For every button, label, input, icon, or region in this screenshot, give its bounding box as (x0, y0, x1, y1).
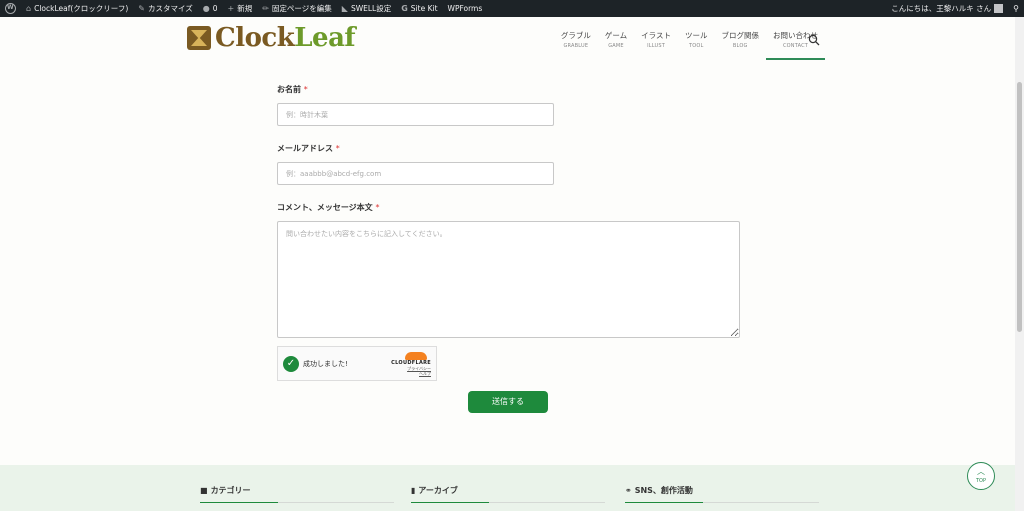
cloudflare-logo-text: CLOUDFLARE (391, 359, 431, 366)
email-label-text: メールアドレス (277, 144, 333, 153)
name-group: お名前 * (277, 84, 747, 126)
site-footer: ■ カテゴリー ▮ アーカイブ ⚭ SNS、創作活動 (0, 465, 1015, 511)
hourglass-icon (187, 26, 211, 50)
search-icon (808, 34, 820, 46)
scrollbar[interactable] (1015, 17, 1024, 511)
name-label: お名前 * (277, 84, 747, 95)
email-label: メールアドレス * (277, 143, 747, 154)
cloudflare-branding: CLOUDFLARE プライバシー ヘルプ (391, 351, 431, 376)
footer-widget-sns: ⚭ SNS、創作活動 (625, 485, 819, 503)
admin-customize-link[interactable]: ✎ カスタマイズ (133, 0, 197, 17)
nav-label: ブログ関係 (721, 31, 760, 40)
admin-new-link[interactable]: + 新規 (223, 0, 258, 17)
scrollbar-thumb[interactable] (1017, 82, 1022, 332)
admin-sitekit-label: Site Kit (410, 4, 438, 13)
nav-item-illust[interactable]: イラスト ILLUST (634, 30, 678, 60)
cloudflare-cloud-icon (405, 351, 427, 360)
admin-comments-count: 0 (212, 4, 218, 13)
search-icon: ⚲ (1013, 4, 1019, 13)
nav-item-grablue[interactable]: グラブル GRABLUE (554, 30, 598, 60)
admin-search-button[interactable]: ⚲ (1008, 0, 1024, 17)
name-label-text: お名前 (277, 85, 301, 94)
chevron-up-icon: ︿ (977, 467, 985, 476)
book-icon: ▮ (411, 486, 416, 495)
nav-label: ツール (685, 31, 708, 40)
footer-sns-title: SNS、創作活動 (634, 486, 693, 495)
admin-swell-label: SWELL設定 (350, 4, 392, 13)
comment-group: コメント、メッセージ本文 * (277, 202, 747, 338)
admin-greeting: こんにちは、王黎ハルキ さん (891, 4, 992, 13)
brush-icon: ✎ (138, 4, 145, 13)
turnstile-status: 成功しました! (303, 359, 348, 368)
nav-item-blog[interactable]: ブログ関係 BLOG (715, 30, 767, 60)
divider (625, 502, 703, 503)
contact-form: お名前 * メールアドレス * コメント、メッセージ本文 * (277, 84, 747, 355)
comment-icon: ● (202, 4, 210, 13)
cloudflare-turnstile[interactable]: ✓ 成功しました! CLOUDFLARE プライバシー ヘルプ (277, 346, 437, 381)
nav-sublabel: GAME (608, 43, 624, 49)
avatar (994, 4, 1004, 13)
admin-wpforms-link[interactable]: WPForms (443, 0, 488, 17)
admin-edit-page-link[interactable]: ✏ 固定ページを編集 (257, 0, 337, 17)
divider (411, 502, 489, 503)
site-logo[interactable]: ClockLeaf (187, 23, 356, 53)
nav-sublabel: TOOL (688, 43, 704, 49)
footer-categories-title: カテゴリー (210, 486, 251, 495)
divider (200, 502, 278, 503)
nav-item-tool[interactable]: ツール TOOL (678, 30, 715, 60)
admin-sitekit-link[interactable]: G Site Kit (396, 0, 442, 17)
back-to-top-button[interactable]: ︿ TOP (967, 462, 995, 490)
logo-text-clock: Clock (215, 23, 295, 53)
comment-label-text: コメント、メッセージ本文 (277, 203, 373, 212)
google-icon: G (401, 4, 408, 13)
admin-customize-label: カスタマイズ (147, 4, 193, 13)
admin-bar: ⌂ClockLeaf(クロックリーフ) ✎カスタマイズ ●0 +新規 ✏固定ペー… (0, 0, 1024, 17)
folder-icon: ■ (200, 486, 208, 495)
wordpress-logo-menu[interactable] (0, 0, 21, 17)
footer-widget-categories: ■ カテゴリー (200, 485, 394, 503)
admin-swell-link[interactable]: ◣ SWELL設定 (337, 0, 396, 17)
admin-new-label: 新規 (237, 4, 253, 13)
header-search-button[interactable] (808, 31, 822, 46)
email-input[interactable] (277, 162, 554, 185)
logo-text: ClockLeaf (215, 23, 356, 53)
admin-edit-page-label: 固定ページを編集 (271, 4, 332, 13)
home-icon: ⌂ (26, 4, 32, 13)
turnstile-help-link[interactable]: ヘルプ (391, 371, 431, 376)
nav-item-game[interactable]: ゲーム GAME (598, 30, 634, 60)
admin-site-name: ClockLeaf(クロックリーフ) (34, 4, 129, 13)
required-mark: * (375, 203, 380, 212)
admin-site-link[interactable]: ⌂ ClockLeaf(クロックリーフ) (21, 0, 133, 17)
back-to-top-label: TOP (975, 478, 986, 484)
footer-archives-title: アーカイブ (418, 486, 458, 495)
plus-icon: + (227, 4, 235, 13)
check-icon: ✓ (283, 355, 299, 372)
pencil-icon: ✏ (262, 4, 269, 13)
link-icon: ⚭ (625, 486, 632, 495)
nav-label: イラスト (641, 31, 671, 40)
nav-label: グラブル (560, 31, 591, 40)
required-mark: * (303, 85, 308, 94)
nav-sublabel: BLOG (732, 43, 748, 49)
admin-comments-link[interactable]: ● 0 (198, 0, 223, 17)
nav-sublabel: ILLUST (647, 43, 666, 49)
comment-label: コメント、メッセージ本文 * (277, 202, 747, 213)
submit-button[interactable]: 送信する (468, 391, 548, 413)
required-mark: * (335, 144, 340, 153)
global-nav: グラブル GRABLUE ゲーム GAME イラスト ILLUST ツール TOOL ブ… (554, 30, 825, 60)
admin-wpforms-label: WPForms (447, 4, 483, 13)
comment-textarea[interactable] (277, 221, 740, 338)
wordpress-icon (5, 3, 16, 14)
admin-account-menu[interactable]: こんにちは、王黎ハルキ さん (886, 0, 1008, 17)
nav-sublabel: GRABLUE (563, 43, 589, 49)
footer-widget-archives: ▮ アーカイブ (411, 485, 605, 503)
logo-text-leaf: Leaf (294, 23, 356, 53)
swell-icon: ◣ (341, 4, 348, 13)
site-header: ClockLeaf グラブル GRABLUE ゲーム GAME イラスト ILLUST… (0, 17, 1015, 65)
nav-label: ゲーム (604, 31, 628, 40)
email-group: メールアドレス * (277, 143, 747, 185)
name-input[interactable] (277, 103, 554, 126)
